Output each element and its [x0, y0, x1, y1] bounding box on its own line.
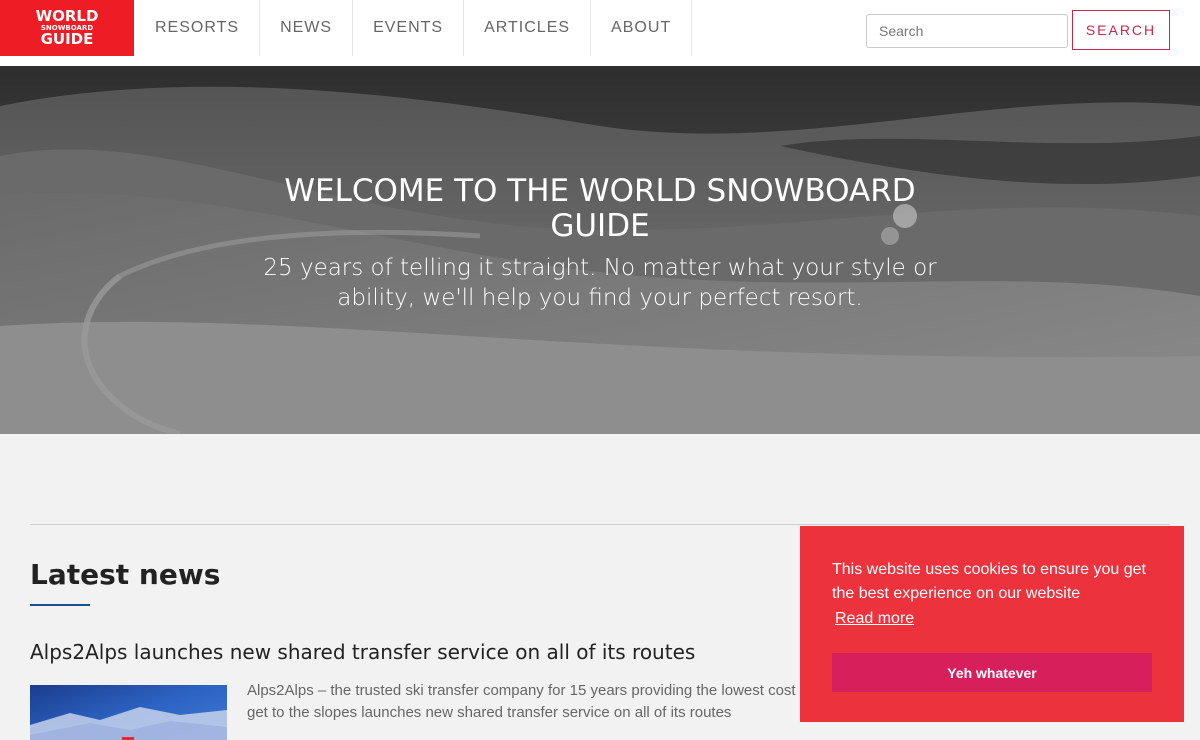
hero-subtitle: 25 years of telling it straight. No matt… [263, 255, 937, 311]
search-button[interactable]: SEARCH [1072, 10, 1170, 50]
nav-item-resorts[interactable]: RESORTS [134, 0, 261, 56]
site-logo[interactable]: WORLD SNOWBOARD GUIDE [0, 0, 134, 56]
article-excerpt: Alps2Alps – the trusted ski transfer com… [247, 682, 865, 721]
cookie-message: This website uses cookies to ensure you … [832, 561, 1146, 602]
snow-slope-image [0, 66, 1200, 434]
hero-banner: WELCOME TO THE WORLD SNOWBOARD GUIDE 25 … [0, 66, 1200, 434]
site-header: WORLD SNOWBOARD GUIDE RESORTS NEWS EVENT… [0, 0, 1200, 66]
article-title-link[interactable]: Alps2Alps launches new shared transfer s… [30, 640, 695, 664]
latest-news-heading: Latest news [30, 558, 221, 591]
nav-item-about[interactable]: ABOUT [591, 0, 693, 56]
mountain-thumbnail-image [30, 707, 227, 740]
nav-item-news[interactable]: NEWS [260, 0, 354, 56]
article-thumbnail[interactable] [30, 685, 227, 740]
cookie-banner: This website uses cookies to ensure you … [800, 526, 1184, 722]
logo-line-world: WORLD [35, 7, 99, 25]
section-divider [30, 524, 1170, 525]
nav-item-events[interactable]: EVENTS [353, 0, 465, 56]
cookie-accept-button[interactable]: Yeh whatever [832, 653, 1152, 692]
cookie-read-more-link[interactable]: Read more [835, 610, 914, 628]
hero-title: WELCOME TO THE WORLD SNOWBOARD GUIDE [284, 173, 916, 244]
main-nav: RESORTS NEWS EVENTS ARTICLES ABOUT [134, 0, 693, 56]
logo-line-guide: GUIDE [40, 30, 94, 48]
heading-underline [30, 604, 90, 606]
nav-item-articles[interactable]: ARTICLES [464, 0, 592, 56]
search-input[interactable] [866, 14, 1068, 48]
